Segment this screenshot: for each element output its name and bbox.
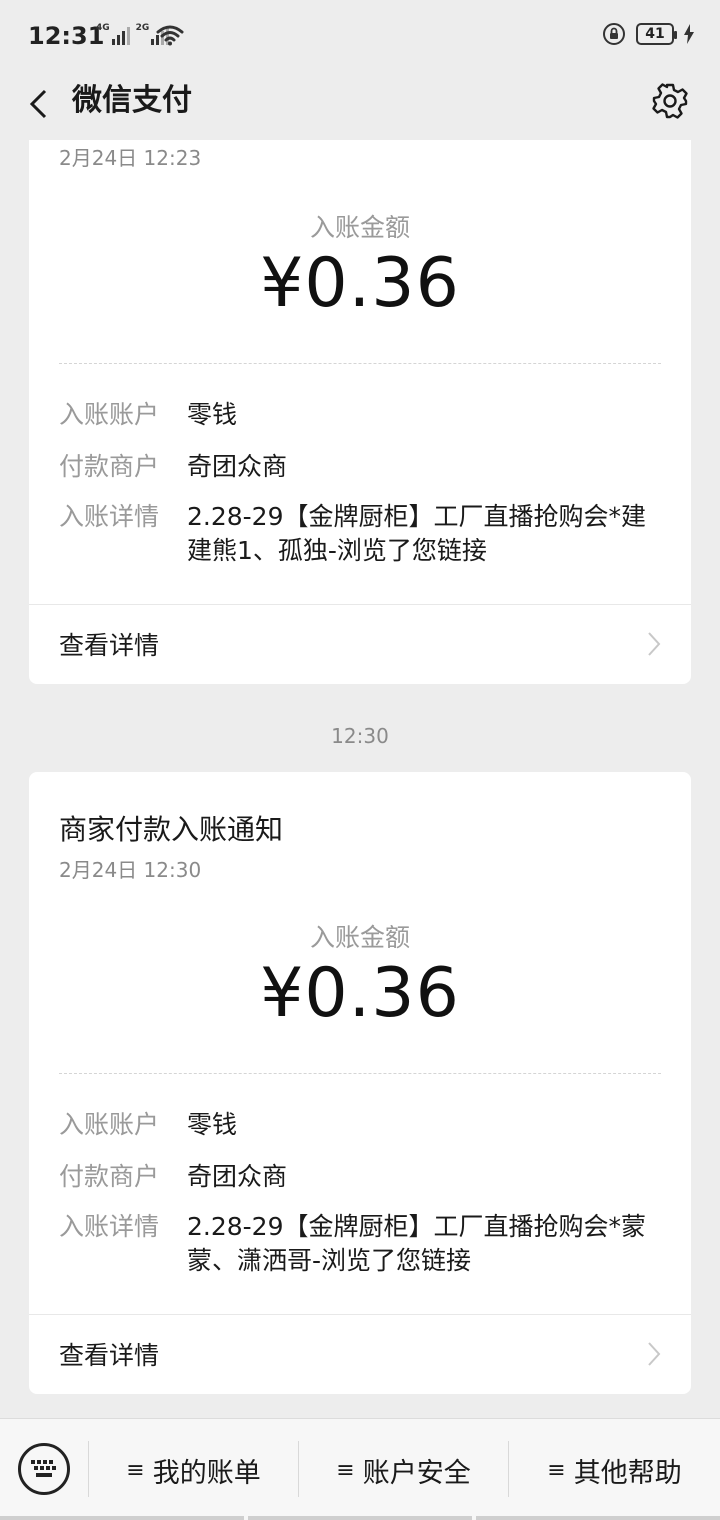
row-label: 入账账户 bbox=[59, 400, 160, 429]
nav-bar: 微信支付 bbox=[0, 72, 720, 140]
row-value: 奇团众商 bbox=[187, 1162, 288, 1191]
card-title: 商家付款入账通知 bbox=[59, 813, 284, 846]
row-label: 付款商户 bbox=[59, 452, 160, 481]
row-label: 入账详情 bbox=[59, 1212, 160, 1241]
row-label: 付款商户 bbox=[59, 1162, 160, 1191]
payment-notification-card: 商家付款入账通知 2月24日 12:30 入账金额 ¥0.36 入账账户 零钱 … bbox=[29, 772, 691, 1394]
charging-icon bbox=[684, 24, 694, 44]
chevron-right-icon bbox=[648, 1342, 661, 1366]
keyboard-toggle-button[interactable] bbox=[18, 1443, 70, 1495]
nav-strip bbox=[0, 1516, 244, 1520]
view-details-link[interactable]: 查看详情 bbox=[29, 1314, 691, 1394]
menu-list-icon: ≡ bbox=[547, 1457, 566, 1483]
amount-value: ¥0.36 bbox=[260, 244, 460, 323]
settings-button[interactable] bbox=[650, 78, 690, 124]
dashed-divider bbox=[59, 363, 661, 364]
menu-list-icon: ≡ bbox=[336, 1457, 355, 1483]
battery-icon: 41 bbox=[636, 23, 677, 45]
info-row: 入账账户 零钱 bbox=[59, 1108, 661, 1142]
net-label-2g: 2G bbox=[135, 23, 150, 33]
payment-notification-card: 2月24日 12:23 入账金额 ¥0.36 入账账户 零钱 付款商户 奇团众商… bbox=[29, 140, 691, 684]
card-date: 2月24日 12:30 bbox=[59, 858, 202, 882]
row-value: 2.28-29【金牌厨柜】工厂直播抢购会*蒙蒙、潇洒哥-浏览了您链接 bbox=[187, 1212, 646, 1275]
signal-4g: 4G bbox=[96, 24, 130, 45]
menu-label: 我的账单 bbox=[152, 1457, 261, 1489]
keyboard-icon bbox=[31, 1460, 56, 1477]
status-time: 12:31 bbox=[28, 22, 105, 50]
amount-label: 入账金额 bbox=[309, 213, 410, 242]
message-timestamp: 12:30 bbox=[331, 724, 389, 748]
view-details-link[interactable]: 查看详情 bbox=[29, 604, 691, 684]
rotation-lock-icon bbox=[603, 23, 625, 45]
row-value: 零钱 bbox=[187, 400, 238, 429]
info-row: 付款商户 奇团众商 bbox=[59, 450, 661, 484]
menu-account-security[interactable]: ≡ 账户安全 bbox=[299, 1445, 508, 1495]
back-button[interactable] bbox=[18, 80, 58, 128]
battery-level: 41 bbox=[645, 26, 665, 42]
row-label: 入账详情 bbox=[59, 502, 160, 531]
menu-label: 其他帮助 bbox=[573, 1457, 682, 1489]
row-label: 入账账户 bbox=[59, 1110, 160, 1139]
signal-bars-icon bbox=[111, 25, 130, 45]
info-row: 入账详情 2.28-29【金牌厨柜】工厂直播抢购会*建建熊1、孤独-浏览了您链接 bbox=[59, 500, 661, 568]
row-value: 零钱 bbox=[187, 1110, 238, 1139]
amount-value: ¥0.36 bbox=[260, 954, 460, 1033]
page-title: 微信支付 bbox=[72, 83, 192, 118]
nav-strip bbox=[248, 1516, 472, 1520]
menu-my-bills[interactable]: ≡ 我的账单 bbox=[89, 1445, 298, 1495]
amount-label: 入账金额 bbox=[309, 923, 410, 952]
bottom-menu-bar: ≡ 我的账单 ≡ 账户安全 ≡ 其他帮助 bbox=[0, 1418, 720, 1520]
info-row: 入账详情 2.28-29【金牌厨柜】工厂直播抢购会*蒙蒙、潇洒哥-浏览了您链接 bbox=[59, 1210, 661, 1278]
menu-list-icon: ≡ bbox=[126, 1457, 145, 1483]
chevron-left-icon bbox=[29, 89, 47, 119]
status-right: 41 bbox=[602, 22, 694, 46]
wifi-icon bbox=[156, 25, 184, 46]
net-label-4g: 4G bbox=[96, 23, 110, 33]
chevron-right-icon bbox=[648, 632, 661, 656]
row-value: 奇团众商 bbox=[187, 452, 288, 481]
row-value: 2.28-29【金牌厨柜】工厂直播抢购会*建建熊1、孤独-浏览了您链接 bbox=[187, 502, 646, 565]
menu-other-help[interactable]: ≡ 其他帮助 bbox=[509, 1445, 720, 1495]
view-details-label: 查看详情 bbox=[59, 1341, 160, 1370]
view-details-label: 查看详情 bbox=[59, 631, 160, 660]
info-row: 付款商户 奇团众商 bbox=[59, 1160, 661, 1194]
dashed-divider bbox=[59, 1073, 661, 1074]
card-date: 2月24日 12:23 bbox=[59, 146, 202, 170]
menu-label: 账户安全 bbox=[362, 1457, 471, 1489]
info-row: 入账账户 零钱 bbox=[59, 398, 661, 432]
status-bar: 12:31 4G 2G 41 bbox=[0, 0, 720, 72]
message-list[interactable]: 2月24日 12:23 入账金额 ¥0.36 入账账户 零钱 付款商户 奇团众商… bbox=[0, 140, 720, 1418]
nav-strip bbox=[476, 1516, 720, 1520]
gear-icon bbox=[652, 83, 688, 119]
